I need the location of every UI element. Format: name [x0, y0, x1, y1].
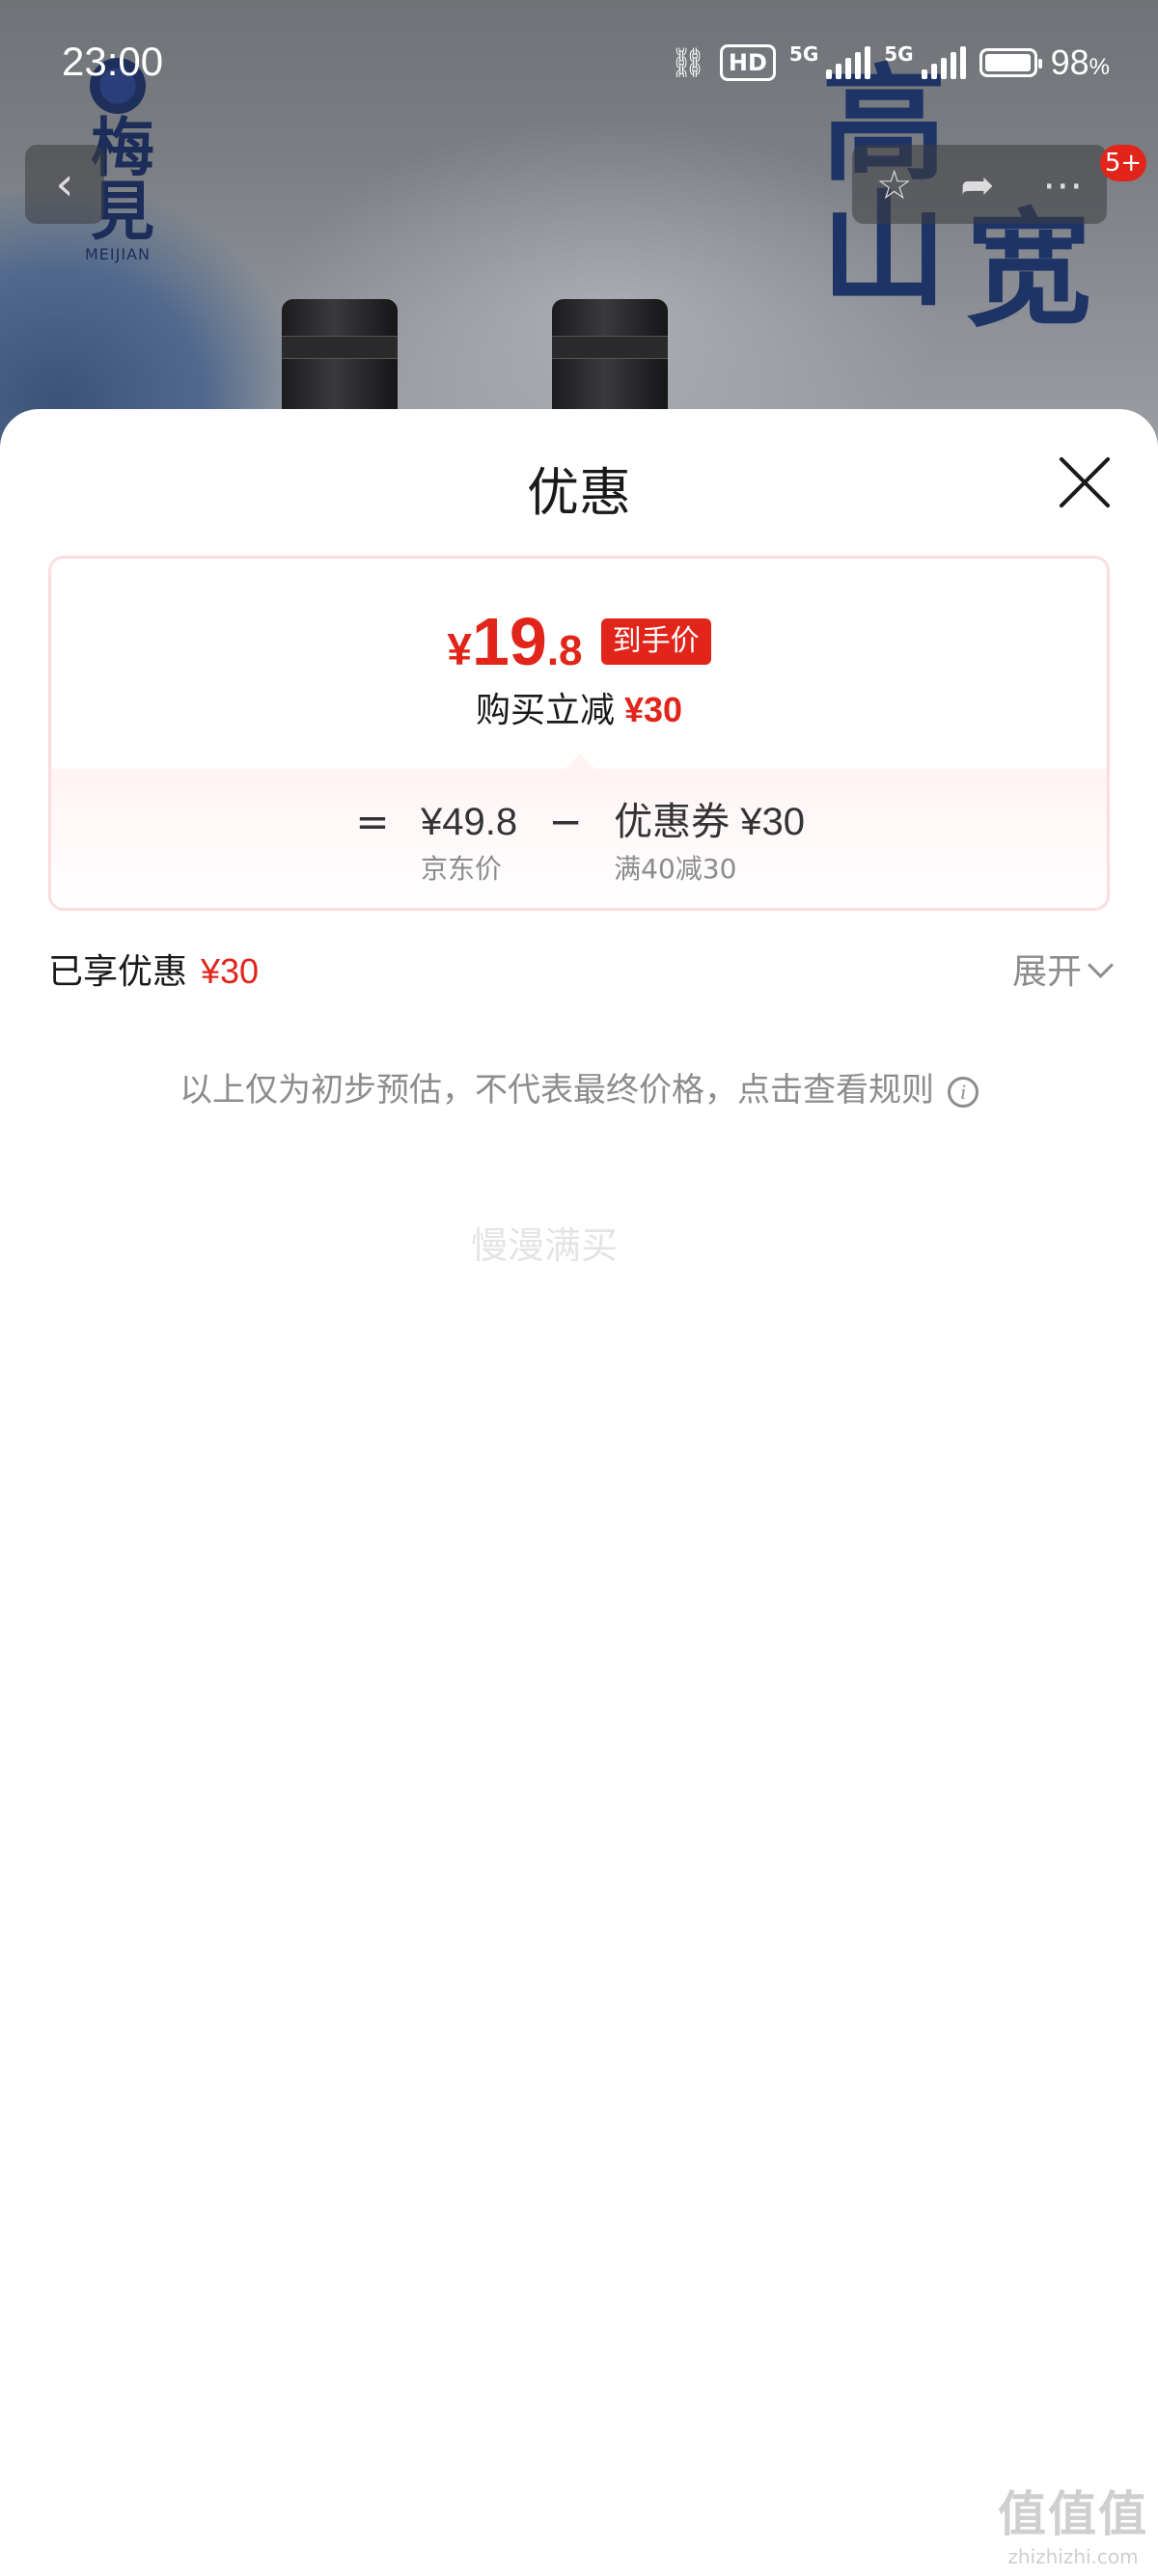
- info-icon: i: [948, 1076, 979, 1108]
- rules-notice[interactable]: 以上仅为初步预估，不代表最终价格，点击查看规则 i: [0, 1063, 1158, 1110]
- battery-icon: [979, 48, 1042, 77]
- battery-percent: 98%: [1050, 42, 1110, 82]
- final-price: ¥19.8: [447, 604, 583, 679]
- enjoyed-discount: 已享优惠 ¥30: [48, 944, 259, 994]
- minus-sign: −: [548, 798, 583, 845]
- chevron-down-icon: [1088, 951, 1114, 978]
- discount-sheet: 优惠 ¥19.8 到手价 购买立减 ¥30 = ¥49.8 京东价 − 优惠券 ¥…: [0, 409, 1158, 2576]
- notch-arrow: [563, 754, 597, 771]
- coupon-rule: 满40减30: [614, 853, 737, 885]
- status-bar: 23:00 ⛓ HD 5G 5G 98%: [0, 0, 1158, 125]
- signal-icon: [921, 46, 966, 79]
- final-price-row: ¥19.8 到手价: [51, 603, 1107, 680]
- price-breakdown-card: ¥19.8 到手价 购买立减 ¥30 = ¥49.8 京东价 − 优惠券 ¥30 …: [48, 556, 1110, 911]
- enjoyed-label: 已享优惠: [48, 952, 188, 992]
- expand-button[interactable]: 展开: [1011, 944, 1114, 994]
- signal-icon: [826, 46, 871, 79]
- instant-reduction: 购买立减 ¥30: [51, 682, 1107, 732]
- back-button[interactable]: ‹: [25, 145, 104, 224]
- equals-sign: =: [355, 798, 390, 845]
- share-icon[interactable]: ➦: [960, 161, 994, 208]
- coupon-item: 优惠券 ¥30 满40减30: [614, 796, 805, 887]
- site-watermark: 值值值 zhizhizhi.com: [998, 2476, 1148, 2568]
- final-price-tag: 到手价: [600, 618, 711, 665]
- brand-logo-subtitle: MEIJIAN: [85, 245, 151, 263]
- sheet-title: 优惠: [527, 462, 631, 523]
- base-price-label: 京东价: [421, 853, 503, 885]
- status-icons: ⛓ HD 5G 5G 98%: [670, 42, 1110, 83]
- hd-voice-icon: HD: [719, 44, 776, 81]
- reduction-amount: ¥30: [623, 690, 683, 729]
- close-icon[interactable]: [1056, 453, 1114, 511]
- message-badge: 5+: [1100, 145, 1146, 181]
- coupon-value: 优惠券 ¥30: [614, 801, 805, 843]
- base-price: ¥49.8: [421, 801, 518, 843]
- star-icon[interactable]: ☆: [876, 161, 913, 208]
- watermark-logo: 值值值: [998, 2486, 1148, 2542]
- network-type-2: 5G: [884, 42, 914, 66]
- reduction-label: 购买立减: [475, 691, 615, 730]
- more-icon[interactable]: ⋯: [1042, 161, 1083, 208]
- status-time: 23:00: [62, 39, 164, 84]
- top-action-bar: ☆ ➦ ⋯: [852, 145, 1107, 224]
- enjoyed-amount: ¥30: [201, 951, 260, 991]
- expand-label: 展开: [1011, 952, 1082, 992]
- notice-text: 以上仅为初步预估，不代表最终价格，点击查看规则: [179, 1071, 934, 1110]
- price-formula: = ¥49.8 京东价 − 优惠券 ¥30 满40减30: [51, 796, 1107, 887]
- link-icon: ⛓: [669, 45, 706, 80]
- faint-text: 慢漫满买: [471, 1224, 619, 1267]
- base-price-item: ¥49.8 京东价: [421, 796, 517, 887]
- network-type-1: 5G: [788, 42, 819, 66]
- watermark-url: zhizhizhi.com: [1007, 2545, 1139, 2568]
- chevron-left-icon: ‹: [55, 157, 74, 211]
